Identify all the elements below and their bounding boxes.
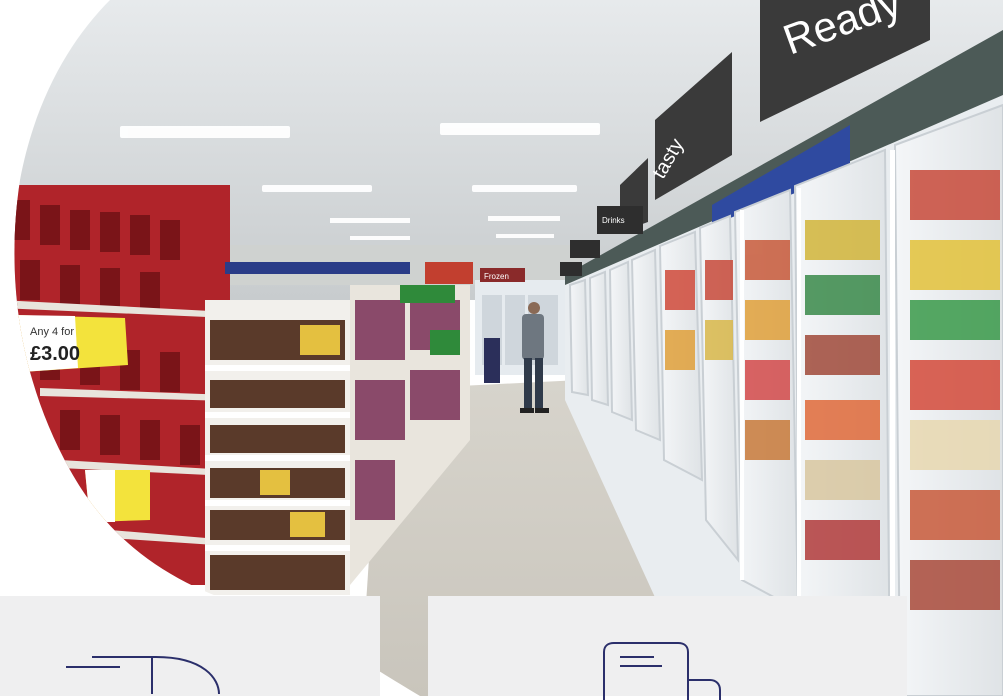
store-photo: Any 4 for £3.00 Frozen Ready tasty Drink… bbox=[14, 0, 1003, 696]
feature-card-documents[interactable] bbox=[428, 596, 907, 700]
feature-card-delivery[interactable] bbox=[0, 596, 380, 696]
left-display: Any 4 for £3.00 bbox=[14, 185, 230, 585]
price-tag-text: Any 4 for bbox=[30, 326, 74, 338]
documents-icon bbox=[603, 642, 721, 700]
delivery-truck-icon bbox=[66, 656, 220, 694]
drinks-sign-text: Drinks bbox=[602, 216, 625, 225]
frozen-sign: Frozen bbox=[484, 272, 509, 281]
price-tag-value: £3.00 bbox=[30, 343, 80, 365]
